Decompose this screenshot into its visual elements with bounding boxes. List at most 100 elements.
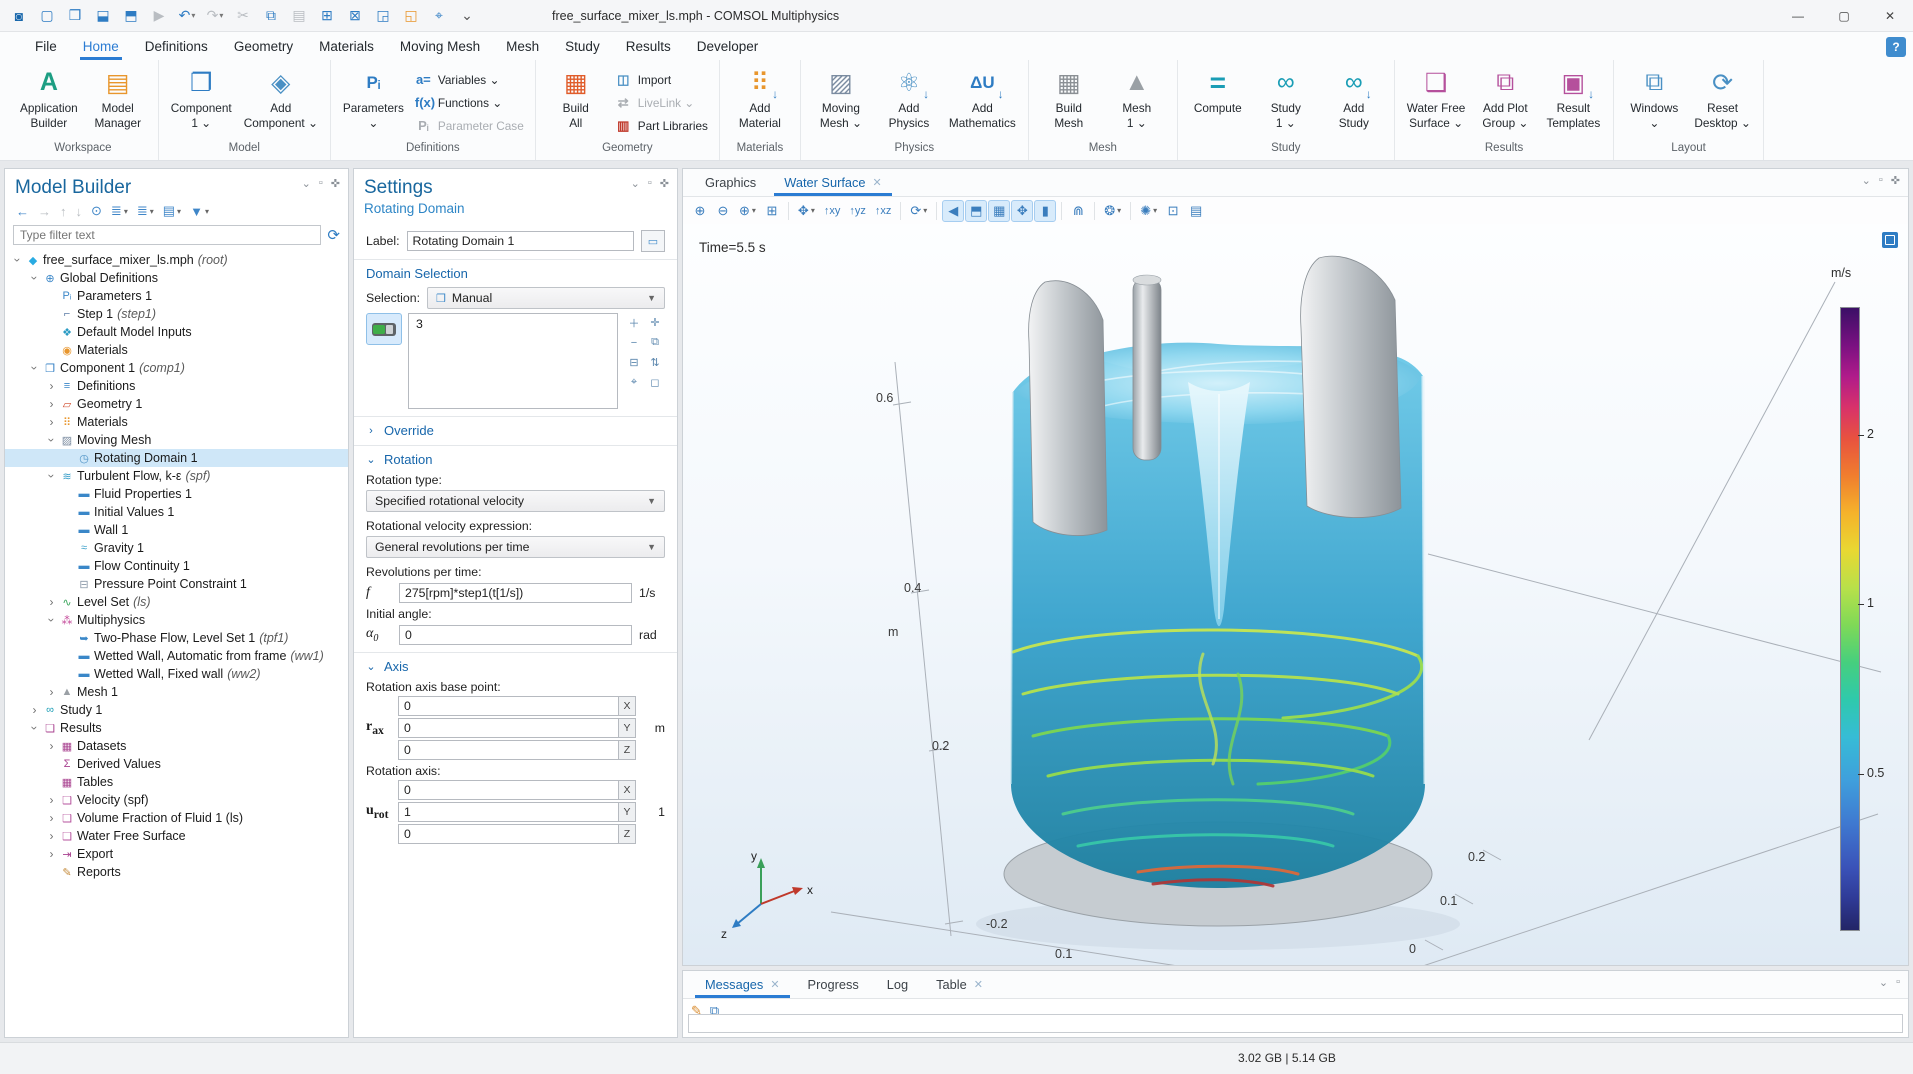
menu-tab-geometry[interactable]: Geometry: [221, 32, 306, 60]
base-point-z-input[interactable]: [398, 740, 618, 760]
clear-node-icon[interactable]: ◱: [398, 4, 424, 28]
tree-expand-icon[interactable]: ›: [28, 722, 42, 735]
tab-table[interactable]: Table✕: [922, 971, 997, 998]
select-node-icon[interactable]: ◲: [370, 4, 396, 28]
panel-menu-icon[interactable]: ⌄: [631, 177, 640, 190]
tree-item-results[interactable]: ›❏Results: [5, 719, 348, 737]
chevron-down-icon[interactable]: ⌄: [366, 453, 376, 466]
tree-item-reports[interactable]: ✎Reports: [5, 863, 348, 881]
tree-item-rotating-domain-1[interactable]: ◷Rotating Domain 1: [5, 449, 348, 467]
tree-item-flow-continuity-1[interactable]: ▬Flow Continuity 1: [5, 557, 348, 575]
messages-content[interactable]: [688, 1014, 1903, 1033]
tree-item-step-1[interactable]: ⌐Step 1(step1): [5, 305, 348, 323]
model-manager-button[interactable]: ▤ModelManager: [85, 63, 151, 133]
moving-mesh-button[interactable]: ▨MovingMesh ⌄: [808, 63, 874, 133]
invert-selection-icon[interactable]: ⇅: [645, 353, 665, 372]
tree-expand-icon[interactable]: ›: [45, 685, 58, 699]
tree-item-default-model-inputs[interactable]: ❖Default Model Inputs: [5, 323, 348, 341]
panel-pin-icon[interactable]: ✜: [1891, 174, 1900, 187]
refresh-icon[interactable]: ⟳: [327, 226, 340, 244]
comsol-logo-icon[interactable]: ◙: [6, 4, 32, 28]
run-icon[interactable]: ▶: [146, 4, 172, 28]
menu-tab-home[interactable]: Home: [70, 32, 132, 60]
copy-icon[interactable]: ⧉: [258, 4, 284, 28]
build-all-button[interactable]: ▦BuildAll: [543, 63, 609, 133]
import-button[interactable]: ◫Import: [611, 70, 712, 89]
go-back-icon[interactable]: ←: [13, 202, 32, 220]
tree-item-materials[interactable]: ◉Materials: [5, 341, 348, 359]
panel-menu-icon[interactable]: ⌄: [302, 177, 311, 190]
revolutions-input[interactable]: [399, 583, 632, 603]
tab-log[interactable]: Log: [873, 971, 922, 998]
tree-item-gravity-1[interactable]: ≈Gravity 1: [5, 539, 348, 557]
tree-item-definitions[interactable]: ›≡Definitions: [5, 377, 348, 395]
windows-button[interactable]: ⧉Windows⌄: [1621, 63, 1687, 133]
tree-item-wetted-wall-automatic-from-frame[interactable]: ▬Wetted Wall, Automatic from frame(ww1): [5, 647, 348, 665]
transparency-icon[interactable]: ⬒: [965, 200, 987, 222]
maximize-button[interactable]: ▢: [1821, 0, 1867, 32]
application-builder-button[interactable]: AApplicationBuilder: [15, 63, 83, 133]
panel-pin-icon[interactable]: ✜: [660, 177, 669, 190]
tree-item-pressure-point-constraint-1[interactable]: ⊟Pressure Point Constraint 1: [5, 575, 348, 593]
tree-expand-icon[interactable]: ›: [45, 847, 58, 861]
tree-item-multiphysics[interactable]: ›⁂Multiphysics: [5, 611, 348, 629]
component-1-button[interactable]: ❐Component1 ⌄: [166, 63, 237, 133]
base-point-y-input[interactable]: [398, 718, 618, 738]
tree-item-fluid-properties-1[interactable]: ▬Fluid Properties 1: [5, 485, 348, 503]
save-as-icon[interactable]: ⬒: [118, 4, 144, 28]
tree-expand-icon[interactable]: ›: [28, 703, 41, 717]
help-button[interactable]: ?: [1886, 37, 1906, 57]
water-free-surface-button[interactable]: ❑Water FreeSurface ⌄: [1402, 63, 1471, 133]
scene-light-icon[interactable]: ◀: [942, 200, 964, 222]
tree-item-parameters-1[interactable]: PᵢParameters 1: [5, 287, 348, 305]
part-libraries-button[interactable]: ▥Part Libraries: [611, 116, 712, 135]
menu-tab-results[interactable]: Results: [613, 32, 684, 60]
tree-item-initial-values-1[interactable]: ▬Initial Values 1: [5, 503, 348, 521]
delete-icon[interactable]: ⊠: [342, 4, 368, 28]
show-icon[interactable]: ⊙: [88, 202, 105, 220]
add-material-button[interactable]: ⠿↓AddMaterial: [727, 63, 793, 133]
panel-float-icon[interactable]: ▫: [319, 177, 323, 190]
rotation-type-dropdown[interactable]: Specified rotational velocity▼: [366, 490, 665, 512]
tree-item-derived-values[interactable]: ΣDerived Values: [5, 755, 348, 773]
move-up-icon[interactable]: ↑: [57, 202, 70, 220]
expand-all-icon[interactable]: ≣▾: [108, 202, 131, 220]
tree-expand-icon[interactable]: ›: [45, 415, 58, 429]
selection-list-item[interactable]: 3: [416, 317, 610, 331]
save-icon[interactable]: ⬓: [90, 4, 116, 28]
tab-messages[interactable]: Messages✕: [691, 971, 794, 998]
tree-expand-icon[interactable]: ›: [11, 254, 25, 267]
go-to-yz-view-icon[interactable]: ↑yz: [845, 200, 870, 222]
paste-icon[interactable]: ▤: [286, 4, 312, 28]
panel-float-icon[interactable]: ▫: [648, 177, 652, 190]
tree-item-volume-fraction-of-fluid-1-ls-[interactable]: ›❑Volume Fraction of Fluid 1 (ls): [5, 809, 348, 827]
selection-dropdown[interactable]: ❒ Manual ▼: [427, 287, 665, 309]
parameters-button[interactable]: PᵢParameters⌄: [338, 63, 409, 133]
tab-graphics[interactable]: Graphics: [691, 169, 770, 196]
open-file-icon[interactable]: ❒: [62, 4, 88, 28]
tree-item-geometry-1[interactable]: ›▱Geometry 1: [5, 395, 348, 413]
graphics-canvas[interactable]: y x z Time=5.5 s m/s 210.5 0.60.4m0.2-0.…: [683, 224, 1908, 965]
menu-tab-file[interactable]: File: [22, 32, 70, 60]
go-to-xz-view-icon[interactable]: ↑xz: [871, 200, 896, 222]
rotation-axis-y-input[interactable]: [398, 802, 618, 822]
duplicate-icon[interactable]: ⊞: [314, 4, 340, 28]
menu-tab-developer[interactable]: Developer: [684, 32, 772, 60]
chevron-down-icon[interactable]: ⌄: [366, 660, 376, 673]
tree-expand-icon[interactable]: ›: [45, 811, 58, 825]
rotation-axis-x-input[interactable]: [398, 780, 618, 800]
chevron-right-icon[interactable]: ›: [366, 425, 376, 437]
velocity-expression-dropdown[interactable]: General revolutions per time▼: [366, 536, 665, 558]
add-component-button[interactable]: ◈AddComponent ⌄: [239, 63, 323, 133]
compute-button[interactable]: =Compute: [1185, 63, 1251, 117]
create-selection-icon[interactable]: ✛: [645, 313, 665, 332]
tree-item-free-surface-mixer-ls-mph[interactable]: ›◆free_surface_mixer_ls.mph(root): [5, 251, 348, 269]
filter-icon[interactable]: ▼▾: [187, 202, 212, 220]
tree-item-two-phase-flow-level-set-1[interactable]: ➥Two-Phase Flow, Level Set 1(tpf1): [5, 629, 348, 647]
remove-from-selection-icon[interactable]: −: [624, 333, 644, 352]
scene-appearance-icon[interactable]: ❂▾: [1100, 200, 1125, 222]
show-ui-form-icon[interactable]: ▭: [641, 230, 665, 252]
add-physics-button[interactable]: ⚛↓AddPhysics: [876, 63, 942, 133]
tree-item-export[interactable]: ›⇥Export: [5, 845, 348, 863]
paste-selection-icon[interactable]: ⊟: [624, 353, 644, 372]
